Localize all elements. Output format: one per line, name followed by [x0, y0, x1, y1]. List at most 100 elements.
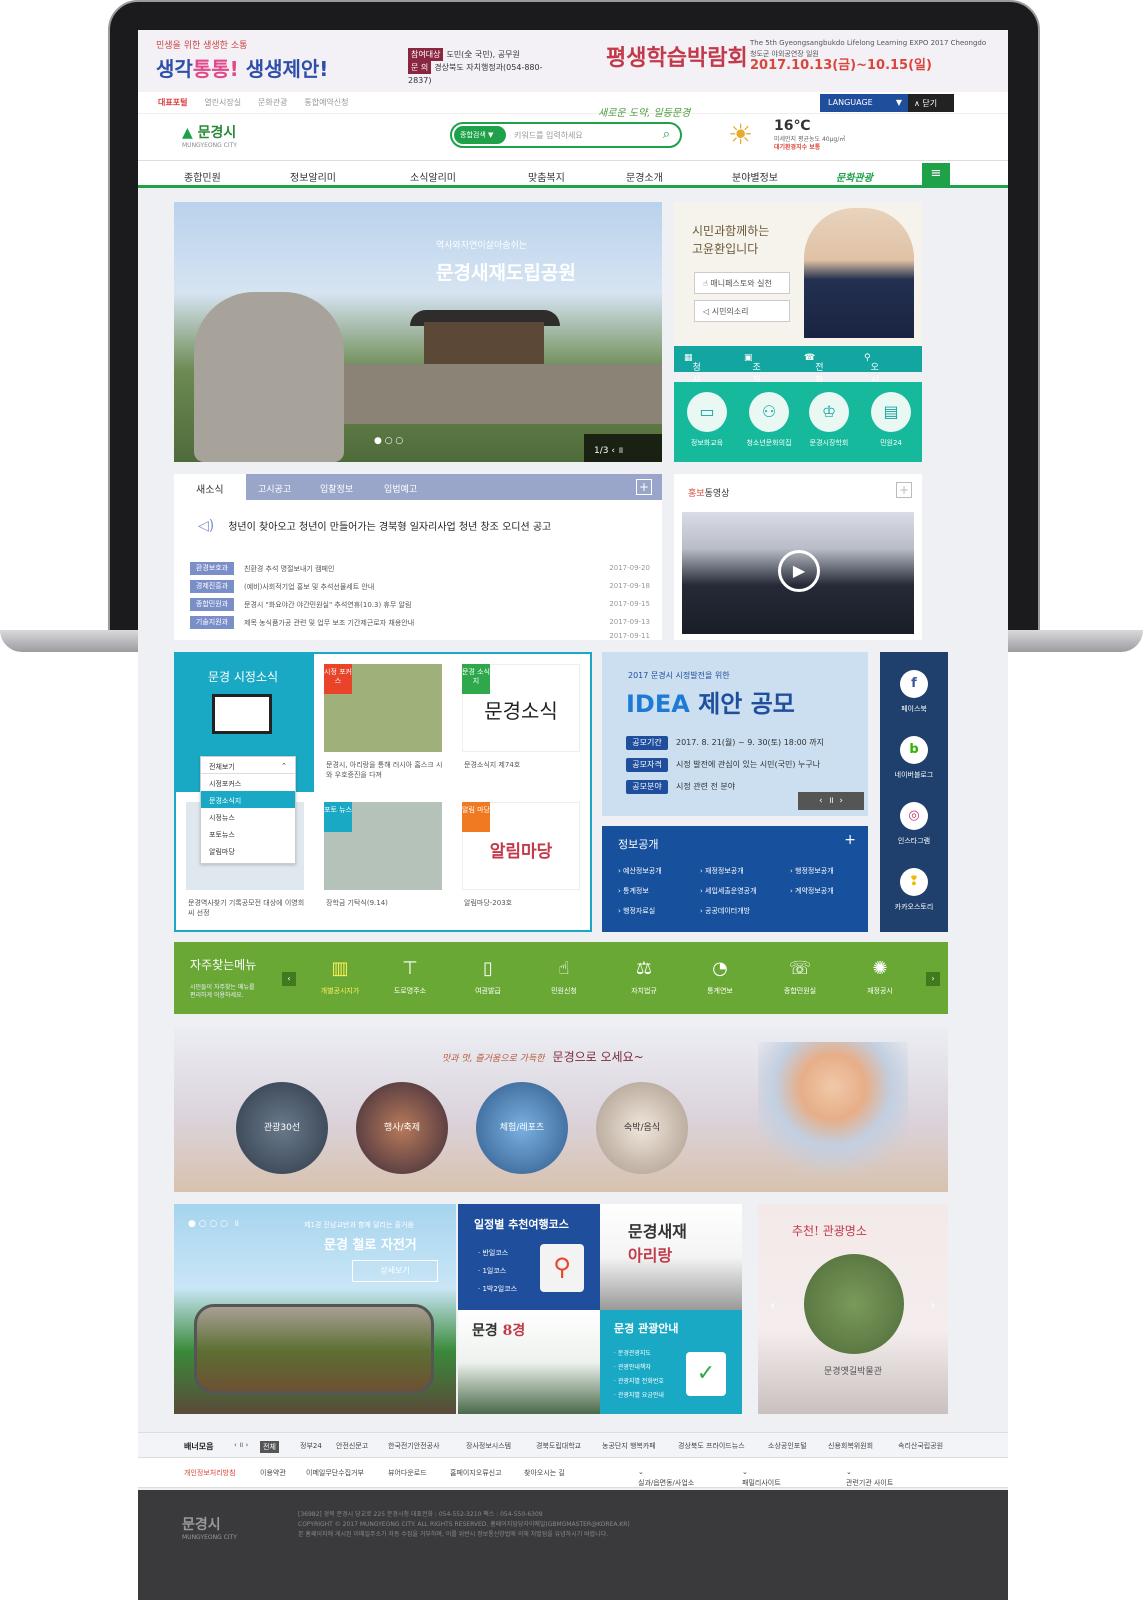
guide-item[interactable]: · 문경관광지도 — [614, 1348, 651, 1357]
rail-detail-button[interactable]: 상세보기 — [352, 1260, 438, 1282]
tab-notice[interactable]: 고시공고 — [258, 482, 291, 495]
fav-application[interactable]: ☝ 민원신청 — [534, 956, 594, 996]
fav-finance[interactable]: ✺ 재정공시 — [850, 956, 910, 996]
tab-bidding[interactable]: 입찰정보 — [320, 482, 353, 495]
news-card[interactable]: 문경소식 문경 소식지 문경소식지 제74호 — [452, 654, 590, 792]
prev-icon[interactable]: ‹ — [611, 446, 615, 456]
email-refusal-link[interactable]: 이메일무단수집거부 — [306, 1468, 364, 1478]
dropdown-option[interactable]: 포토뉴스 — [201, 825, 295, 842]
rail-dots[interactable]: ● ○ ○ ○ ॥ — [188, 1216, 239, 1229]
guide-item[interactable]: · 관광지별 전화번호 — [614, 1376, 664, 1385]
idea-contest-banner[interactable]: 2017 문경시 시정발전을 위한 IDEA 제안 공모 공모기간 2017. 8… — [602, 652, 868, 816]
recommended-course[interactable]: 일정별 추천여행코스 · 반일코스 · 1일코스 · 1박2일코스 ⚲ — [458, 1204, 600, 1310]
promo-more-plus-icon[interactable]: + — [896, 482, 912, 498]
city-logo[interactable]: ▲ 문경시 MUNGYEONG CITY — [182, 122, 237, 149]
course-item[interactable]: · 1일코스 — [478, 1266, 506, 1276]
info-link[interactable]: › 계약정보공개 — [790, 886, 834, 896]
tab-news[interactable]: 새소식 — [174, 474, 246, 500]
banner-link[interactable]: 농공단지 행복카페 — [602, 1441, 656, 1451]
viewer-download-link[interactable]: 뷰어다운로드 — [388, 1468, 427, 1478]
dropdown-option[interactable]: 시정포커스 — [201, 774, 295, 791]
tour-circle-attractions[interactable]: 관광30선 — [236, 1082, 328, 1174]
pause-icon[interactable]: ॥ — [618, 446, 623, 456]
citizen-voice-button[interactable]: ◁ 시민의소리 — [694, 300, 790, 322]
quick-it-education[interactable]: ▭ 정보화교육 — [676, 392, 738, 448]
top-promo-banner[interactable]: 민생을 위한 생생한 소통 생각통통! 생생제안! 참여대상 도민(全 국민), … — [138, 30, 1008, 92]
play-icon[interactable]: ▶ — [778, 550, 820, 592]
related-site-select[interactable]: 관련기관 사이트 ⌄ — [846, 1468, 946, 1487]
hamburger-menu-icon[interactable]: ≡ — [922, 163, 950, 185]
util-link-portal[interactable]: 대표포털 — [158, 98, 187, 107]
department-select[interactable]: 실과/읍면동/사업소 ⌄ — [638, 1468, 730, 1487]
search-scope-select[interactable]: 종합검색 ▼ — [454, 126, 506, 144]
nav-welfare[interactable]: 맞춤복지 — [528, 169, 565, 184]
rail-bike-banner[interactable]: ● ○ ○ ○ ॥ 제1경 진남교반과 함께 달리는 즐거움 문경 철로 자전거… — [174, 1204, 456, 1414]
quick-youth-center[interactable]: ⚇ 청소년문화의집 — [738, 392, 800, 448]
info-link[interactable]: › 공공데이터개방 — [700, 906, 750, 916]
organization-link[interactable]: ▣ 조직안내 — [744, 353, 761, 412]
search-input[interactable]: 키워드를 입력하세요 — [514, 130, 583, 141]
util-link-culture[interactable]: 문화관광 — [258, 98, 287, 107]
hero-dots[interactable]: ● ○ ○ — [374, 436, 403, 446]
privacy-link[interactable]: 개인정보처리방침 — [184, 1468, 236, 1478]
info-link[interactable]: › 통계정보 — [618, 886, 649, 896]
category-dropdown[interactable]: 전체보기 ⌃ 시정포커스 문경소식지 시정뉴스 포토뉴스 알림마당 — [200, 756, 296, 864]
quick-minwon24[interactable]: ▤ 민원24 — [860, 392, 922, 448]
news-more-plus-icon[interactable]: + — [636, 479, 652, 495]
directions-footer-link[interactable]: 찾아오시는 길 — [524, 1468, 565, 1478]
nav-info[interactable]: 정보알리미 — [290, 169, 336, 184]
news-row[interactable]: 기술지원과 제목 농식품가공 관련 및 업무 보조 기간제근로자 채용안내 2017… — [190, 616, 650, 630]
quick-scholarship[interactable]: ♔ 문경시장학회 — [798, 392, 860, 448]
news-card[interactable]: 포토 뉴스 장학금 기탁식(9.14) — [314, 792, 452, 930]
manifesto-button[interactable]: ☝ 매니페스토와 실천 — [694, 272, 790, 294]
tour-circle-lodging[interactable]: 숙박/음식 — [596, 1082, 688, 1174]
search-box[interactable]: 종합검색 ▼ 키워드를 입력하세요 ⌕ — [450, 122, 682, 148]
info-link[interactable]: › 행정자료실 — [618, 906, 655, 916]
banner-link[interactable]: 장사정보시스템 — [466, 1441, 511, 1451]
tab-legislation[interactable]: 입법예고 — [384, 482, 417, 495]
banner-link[interactable]: 속리산국립공원 — [898, 1441, 943, 1451]
chevron-left-icon[interactable]: ‹ — [770, 1298, 776, 1314]
fav-bylaws[interactable]: ⚖ 자치법규 — [614, 956, 674, 996]
banner-link[interactable]: 소상공인포털 — [768, 1441, 807, 1451]
info-more-plus-icon[interactable]: + — [844, 832, 856, 848]
fav-statistics[interactable]: ◔ 통계연보 — [690, 956, 750, 996]
banner-link[interactable]: 경북도립대학교 — [536, 1441, 581, 1451]
dropdown-selected[interactable]: 전체보기 ⌃ — [201, 757, 295, 774]
close-banner-button[interactable]: ∧ 닫기 — [908, 94, 954, 112]
nav-civil[interactable]: 종합민원 — [184, 169, 221, 184]
expo-logo[interactable]: 평생학습박람회 — [606, 40, 748, 72]
video-thumbnail[interactable]: ▶ — [682, 512, 914, 634]
banner-link[interactable]: 신용회복위원회 — [828, 1441, 873, 1451]
dropdown-option[interactable]: 시정뉴스 — [201, 808, 295, 825]
tour-circle-festivals[interactable]: 행사/축제 — [356, 1082, 448, 1174]
banner-link[interactable]: 정부24 — [300, 1441, 322, 1451]
office-guide-link[interactable]: ▦ 청사안내 — [684, 353, 701, 412]
banner-link[interactable]: 한국전기안전공사 — [388, 1441, 440, 1451]
news-row[interactable]: 경제진흥과 (예비)사회적기업 홍보 및 추석선물세트 안내 2017-09-18 — [190, 580, 650, 594]
info-link[interactable]: › 행정정보공개 — [790, 866, 834, 876]
util-link-mayor[interactable]: 열린시장실 — [204, 98, 241, 107]
suggestion-campaign[interactable]: 민생을 위한 생생한 소통 생각통통! 생생제안! — [156, 38, 396, 84]
info-link[interactable]: › 예산정보공개 — [618, 866, 662, 876]
dropdown-option[interactable]: 문경소식지 — [201, 791, 295, 808]
fav-land-price[interactable]: ▥ 개별공시지가 — [310, 956, 370, 996]
news-row[interactable]: 환경보호과 친환경 추석 명절보내기 캠페인 2017-09-20 — [190, 562, 650, 576]
course-item[interactable]: · 1박2일코스 — [478, 1284, 517, 1294]
search-icon[interactable]: ⌕ — [663, 127, 670, 142]
banner-link[interactable]: 안전신문고 — [336, 1441, 368, 1451]
tour-guide-panel[interactable]: 문경 관광안내 · 문경관광지도 · 관광안내책자 · 관광지별 전화번호 · … — [600, 1310, 742, 1414]
news-headline[interactable]: ◁) 청년이 찾아오고 청년이 만들어가는 경북형 일자리사업 청년 창조 오디션… — [198, 518, 551, 534]
guide-item[interactable]: · 관광안내책자 — [614, 1362, 651, 1371]
language-select[interactable]: LANGUAGE ▼ — [820, 94, 910, 112]
news-card[interactable]: 시정 포커스 문경시, 아리랑을 통해 러시아 홈스크 시와 우호증진을 다져 — [314, 654, 452, 792]
course-item[interactable]: · 반일코스 — [478, 1248, 508, 1258]
hero-slider[interactable]: 역사와자연이살아숨쉬는 문경새재도립공원 ● ○ ○ 1/3 ‹ ॥ — [174, 202, 662, 462]
banner-all-button[interactable]: 전체 — [260, 1441, 279, 1453]
arirang-banner[interactable]: 문경새재 아리랑 — [600, 1204, 742, 1310]
news-card[interactable]: 알림마당 알림 마당 알림마당-203호 — [452, 792, 590, 930]
hero-pager[interactable]: 1/3 ‹ ॥ — [584, 434, 662, 462]
eight-scenes-banner[interactable]: 문경 8경 — [458, 1310, 600, 1414]
nav-about[interactable]: 문경소개 — [626, 169, 663, 184]
dropdown-option[interactable]: 알림마당 — [201, 842, 295, 859]
